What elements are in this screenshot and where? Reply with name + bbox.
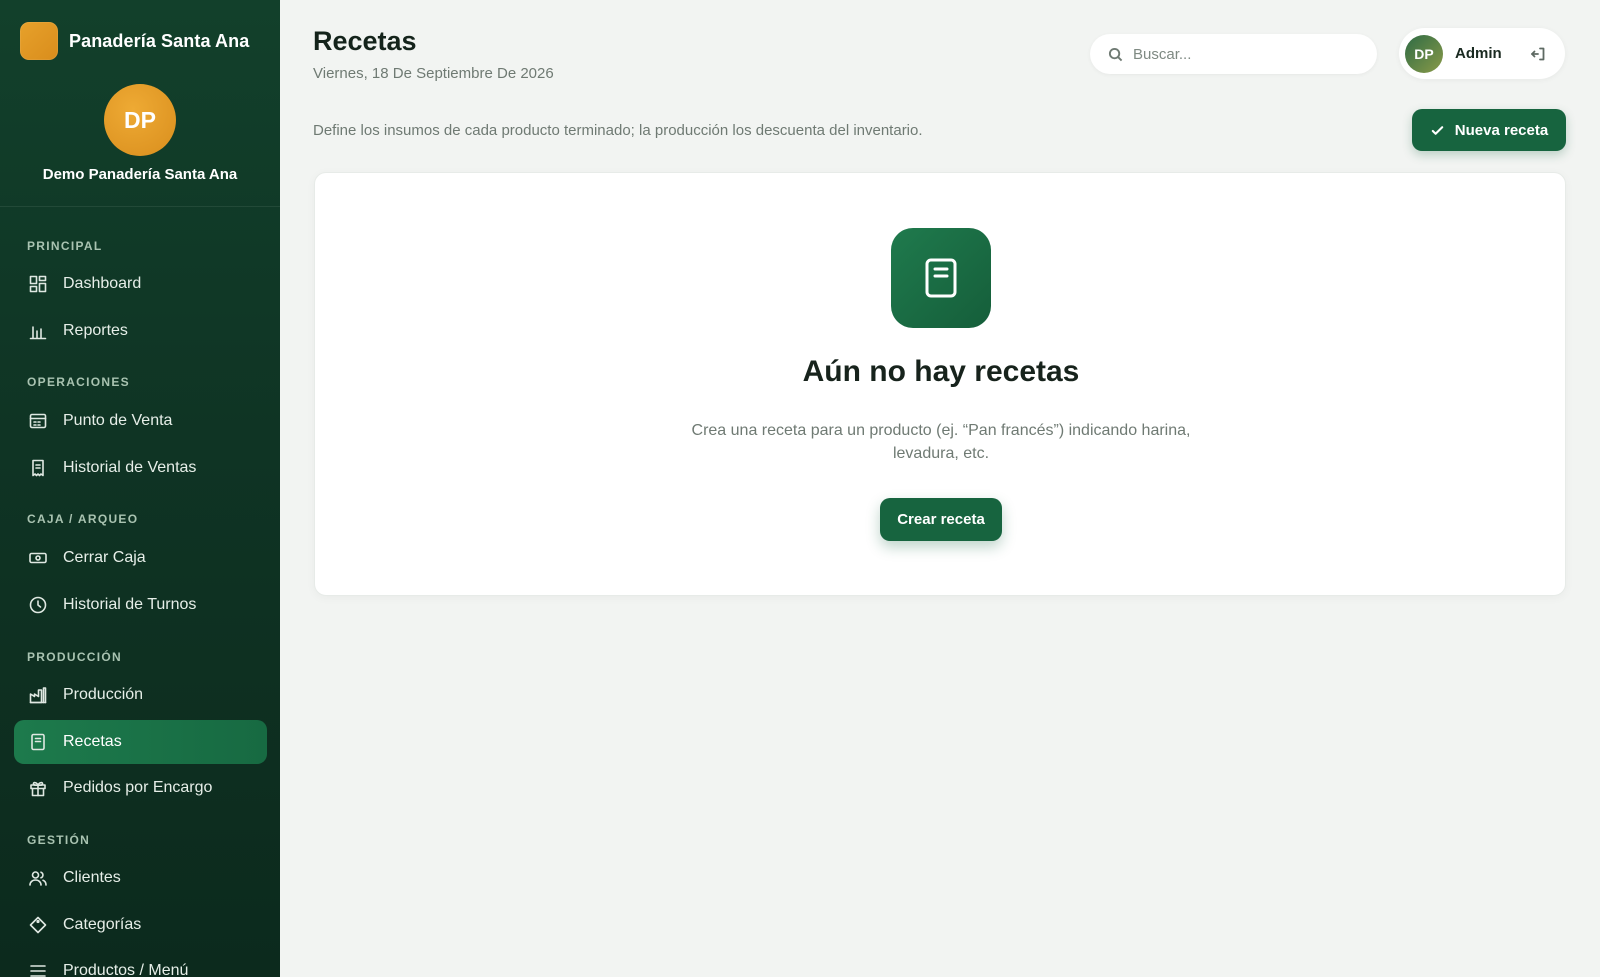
page-date: Viernes, 18 De Septiembre De 2026 xyxy=(313,65,554,82)
user-name: Admin xyxy=(1455,45,1502,62)
sidebar-item-dashboard[interactable]: Dashboard xyxy=(14,262,267,306)
sidebar-item-recetas[interactable]: Recetas xyxy=(14,720,267,764)
brand-logo xyxy=(20,22,58,60)
book-icon xyxy=(28,732,48,752)
sidebar-item-productos-menu[interactable]: Productos / Menú xyxy=(14,949,267,977)
sidebar-item-label: Categorías xyxy=(63,916,142,933)
sidebar-item-historial-de-turnos[interactable]: Historial de Turnos xyxy=(14,583,267,627)
new-recipe-button[interactable]: Nueva receta xyxy=(1412,109,1566,151)
nav-section-operaciones: OPERACIONES xyxy=(27,375,130,389)
brand[interactable]: Panadería Santa Ana xyxy=(20,22,249,60)
sidebar-divider xyxy=(0,206,280,207)
search-icon xyxy=(1108,47,1123,61)
empty-state-title: Aún no hay recetas xyxy=(802,355,1080,388)
logout-icon[interactable] xyxy=(1530,46,1546,62)
gift-icon xyxy=(28,778,48,798)
sidebar-item-label: Historial de Ventas xyxy=(63,459,197,476)
tag-icon xyxy=(28,915,48,935)
profile-name: Demo Panadería Santa Ana xyxy=(42,166,238,183)
empty-state-text: Crea una receta para un producto (ej. “P… xyxy=(691,422,1191,462)
grid-icon xyxy=(28,274,48,294)
sidebar: Panadería Santa Ana DP Demo Panadería Sa… xyxy=(0,0,280,977)
new-recipe-label: Nueva receta xyxy=(1454,121,1549,139)
brand-name: Panadería Santa Ana xyxy=(69,30,250,51)
nav-section-caja: CAJA / ARQUEO xyxy=(27,512,139,526)
sidebar-item-label: Recetas xyxy=(63,733,122,750)
sidebar-item-reportes[interactable]: Reportes xyxy=(14,309,267,353)
user-avatar[interactable]: DP xyxy=(1405,34,1443,73)
nav-section-gestion: GESTIÓN xyxy=(27,833,91,847)
check-icon xyxy=(1431,125,1444,135)
sidebar-item-categorias[interactable]: Categorías xyxy=(14,903,267,947)
sidebar-item-punto-de-venta[interactable]: Punto de Venta xyxy=(14,399,267,443)
sidebar-item-cerrar-caja[interactable]: Cerrar Caja xyxy=(14,536,267,580)
clock-icon xyxy=(28,595,48,615)
page-description: Define los insumos de cada producto term… xyxy=(313,122,923,139)
sidebar-item-label: Reportes xyxy=(63,322,128,339)
sidebar-item-clientes[interactable]: Clientes xyxy=(14,856,267,900)
empty-state-card: Aún no hay recetas Crea una receta para … xyxy=(314,172,1566,596)
users-icon xyxy=(28,868,48,888)
sidebar-item-label: Punto de Venta xyxy=(63,412,173,429)
sidebar-item-pedidos-por-encargo[interactable]: Pedidos por Encargo xyxy=(14,766,267,810)
sidebar-item-label: Dashboard xyxy=(63,275,142,292)
profile-avatar[interactable]: DP xyxy=(104,84,176,156)
nav-section-principal: PRINCIPAL xyxy=(27,239,103,253)
sidebar-item-label: Cerrar Caja xyxy=(63,549,146,566)
sidebar-item-label: Pedidos por Encargo xyxy=(63,779,213,796)
recipe-book-icon xyxy=(891,228,991,328)
sidebar-item-label: Clientes xyxy=(63,869,121,886)
nav-section-produccion: PRODUCCIÓN xyxy=(27,650,123,664)
sidebar-item-historial-de-ventas[interactable]: Historial de Ventas xyxy=(14,446,267,490)
receipt-icon xyxy=(28,458,48,478)
banknote-icon xyxy=(28,548,48,568)
bar-chart-icon xyxy=(28,321,48,341)
sidebar-item-label: Producción xyxy=(63,686,144,703)
register-icon xyxy=(28,411,48,431)
search-box[interactable] xyxy=(1090,34,1377,74)
sidebar-item-label: Productos / Menú xyxy=(63,962,189,977)
page-title: Recetas xyxy=(313,26,417,56)
search-input[interactable] xyxy=(1133,45,1353,63)
factory-icon xyxy=(28,685,48,705)
create-recipe-button[interactable]: Crear receta xyxy=(880,498,1002,541)
user-menu[interactable]: DP Admin xyxy=(1399,28,1565,79)
sidebar-item-produccion[interactable]: Producción xyxy=(14,673,267,717)
sidebar-item-label: Historial de Turnos xyxy=(63,596,197,613)
menu-icon xyxy=(28,961,48,977)
